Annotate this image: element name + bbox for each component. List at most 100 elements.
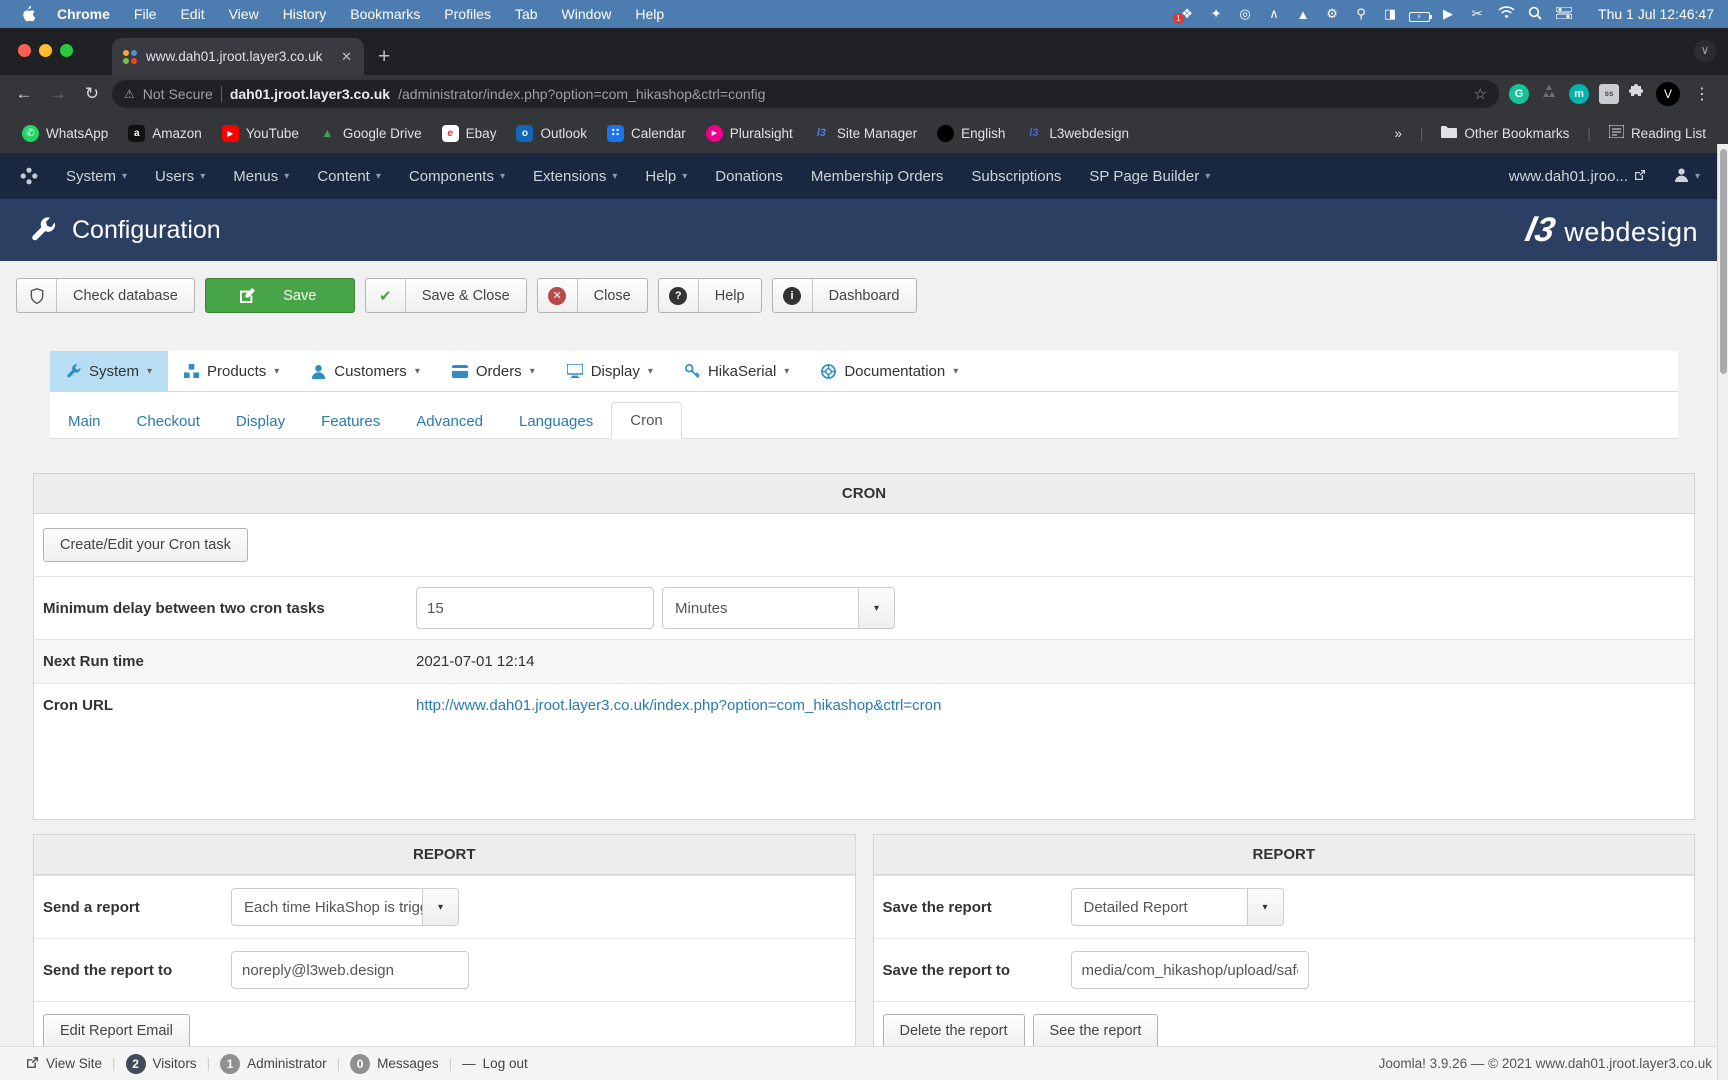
- menu-window[interactable]: Window: [552, 6, 622, 22]
- nav-help[interactable]: Help▾: [631, 168, 701, 185]
- nav-user-menu[interactable]: ▾: [1660, 167, 1714, 186]
- control-center-icon[interactable]: [1552, 7, 1576, 22]
- nav-sp-page-builder[interactable]: SP Page Builder▾: [1075, 168, 1224, 185]
- nav-content[interactable]: Content▾: [303, 168, 395, 185]
- save-report-select[interactable]: Detailed Report ▾: [1071, 888, 1284, 926]
- forward-button[interactable]: →: [44, 84, 72, 104]
- messages-link[interactable]: 0 Messages: [340, 1054, 449, 1074]
- spotlight-search-icon[interactable]: [1523, 6, 1547, 23]
- edit-report-email-button[interactable]: Edit Report Email: [43, 1014, 190, 1048]
- not-secure-label[interactable]: Not Secure: [143, 86, 213, 102]
- menu-edit[interactable]: Edit: [170, 6, 214, 22]
- tab-orders[interactable]: Orders▾: [436, 351, 551, 391]
- logout-link[interactable]: — Log out: [452, 1056, 538, 1071]
- bookmarks-overflow-button[interactable]: »: [1384, 126, 1412, 141]
- view-site-link[interactable]: View Site: [16, 1056, 112, 1072]
- nordvpn-icon[interactable]: ∧: [1262, 6, 1286, 22]
- tab-search-button[interactable]: ∨: [1694, 40, 1716, 62]
- subtab-advanced[interactable]: Advanced: [398, 404, 501, 439]
- dropbox-icon[interactable]: ❖1: [1175, 6, 1199, 22]
- bookmark-ebay[interactable]: eEbay: [432, 125, 507, 142]
- subtab-main[interactable]: Main: [50, 404, 119, 439]
- min-delay-input[interactable]: [416, 587, 654, 629]
- dashboard-button[interactable]: i Dashboard: [772, 278, 917, 313]
- reading-list-button[interactable]: Reading List: [1599, 125, 1716, 141]
- menu-history[interactable]: History: [273, 6, 337, 22]
- menu-help[interactable]: Help: [625, 6, 674, 22]
- window-manager-icon[interactable]: ◨: [1378, 6, 1402, 22]
- avast-icon[interactable]: ✦: [1204, 6, 1228, 22]
- extensions-puzzle-icon[interactable]: [1629, 83, 1646, 105]
- menu-view[interactable]: View: [219, 6, 269, 22]
- tab-system[interactable]: System▾: [50, 351, 168, 391]
- menubar-app-name[interactable]: Chrome: [47, 6, 120, 22]
- nav-users[interactable]: Users▾: [141, 168, 219, 185]
- subtab-cron[interactable]: Cron: [611, 402, 682, 439]
- subtab-languages[interactable]: Languages: [501, 404, 611, 439]
- reload-button[interactable]: ↻: [78, 84, 106, 104]
- help-button[interactable]: ? Help: [658, 278, 762, 313]
- apple-logo-icon[interactable]: [14, 6, 43, 22]
- nav-donations[interactable]: Donations: [701, 168, 797, 185]
- tab-documentation[interactable]: Documentation▾: [805, 351, 974, 391]
- nav-system[interactable]: System▾: [52, 168, 141, 185]
- nav-components[interactable]: Components▾: [395, 168, 519, 185]
- bookmark-outlook[interactable]: oOutlook: [506, 125, 597, 142]
- bookmark-youtube[interactable]: ▶YouTube: [212, 125, 309, 142]
- bookmark-calendar[interactable]: ∷Calendar: [597, 125, 696, 142]
- tab-close-button[interactable]: ✕: [339, 49, 354, 65]
- menubar-clock[interactable]: Thu 1 Jul 12:46:47: [1590, 6, 1714, 22]
- bookmark-pluralsight[interactable]: ▶Pluralsight: [696, 125, 803, 142]
- menu-profiles[interactable]: Profiles: [434, 6, 501, 22]
- bookmark-amazon[interactable]: aAmazon: [118, 125, 212, 142]
- nav-membership-orders[interactable]: Membership Orders: [797, 168, 958, 185]
- bookmark-star-icon[interactable]: ☆: [1474, 85, 1487, 103]
- page-scrollbar[interactable]: [1717, 144, 1728, 1080]
- bookmark-whatsapp[interactable]: ✆WhatsApp: [12, 125, 118, 142]
- tab-hikaserial[interactable]: HikaSerial▾: [669, 351, 805, 391]
- delete-report-button[interactable]: Delete the report: [883, 1014, 1025, 1048]
- window-minimize-button[interactable]: [39, 44, 52, 57]
- battery-icon[interactable]: ⚡: [1407, 7, 1431, 22]
- play-icon[interactable]: ▶: [1436, 6, 1460, 22]
- close-button[interactable]: ✕ Close: [537, 278, 648, 313]
- bookmark-l3webdesign[interactable]: l3L3webdesign: [1015, 125, 1139, 142]
- bookmark-english[interactable]: English: [927, 125, 1015, 142]
- adblock-extension-icon[interactable]: [1539, 84, 1559, 104]
- wifi-icon[interactable]: [1494, 6, 1518, 22]
- save-button[interactable]: Save: [205, 278, 355, 313]
- subtab-checkout[interactable]: Checkout: [119, 404, 218, 439]
- create-edit-cron-button[interactable]: Create/Edit your Cron task: [43, 528, 248, 562]
- nav-menus[interactable]: Menus▾: [219, 168, 303, 185]
- chrome-menu-button[interactable]: ⋮: [1690, 84, 1714, 104]
- tab-products[interactable]: Products▾: [168, 351, 295, 391]
- send-report-select[interactable]: Each time HikaShop is trigge... ▾: [231, 888, 459, 926]
- paperclip-icon[interactable]: ⚲: [1349, 6, 1373, 22]
- administrator-link[interactable]: 1 Administrator: [210, 1054, 337, 1074]
- scrollbar-thumb[interactable]: [1720, 149, 1727, 374]
- bookmark-google-drive[interactable]: ▲Google Drive: [309, 125, 432, 142]
- see-report-button[interactable]: See the report: [1033, 1014, 1159, 1048]
- vlc-icon[interactable]: ▲: [1291, 7, 1315, 22]
- new-tab-button[interactable]: +: [364, 45, 404, 75]
- save-report-to-input[interactable]: [1071, 951, 1309, 989]
- menu-bookmarks[interactable]: Bookmarks: [340, 6, 430, 22]
- browser-tab[interactable]: www.dah01.jroot.layer3.co.uk ✕: [112, 38, 364, 75]
- subtab-features[interactable]: Features: [303, 404, 398, 439]
- window-zoom-button[interactable]: [60, 44, 73, 57]
- tab-customers[interactable]: Customers▾: [295, 351, 436, 391]
- back-button[interactable]: ←: [10, 84, 38, 104]
- other-bookmarks-button[interactable]: Other Bookmarks: [1431, 125, 1579, 141]
- delay-unit-select[interactable]: Minutes ▾: [662, 587, 895, 629]
- menu-tab[interactable]: Tab: [505, 6, 548, 22]
- bookmark-site-manager[interactable]: l3Site Manager: [803, 125, 927, 142]
- profile-avatar[interactable]: V: [1656, 82, 1680, 106]
- cron-url-link[interactable]: http://www.dah01.jroot.layer3.co.uk/inde…: [416, 697, 941, 714]
- nav-extensions[interactable]: Extensions▾: [519, 168, 631, 185]
- m-extension-icon[interactable]: m: [1569, 84, 1589, 104]
- grammarly-extension-icon[interactable]: G: [1509, 84, 1529, 104]
- visitors-link[interactable]: 2 Visitors: [116, 1054, 207, 1074]
- nav-subscriptions[interactable]: Subscriptions: [957, 168, 1075, 185]
- subtab-display[interactable]: Display: [218, 404, 303, 439]
- send-report-to-input[interactable]: [231, 951, 469, 989]
